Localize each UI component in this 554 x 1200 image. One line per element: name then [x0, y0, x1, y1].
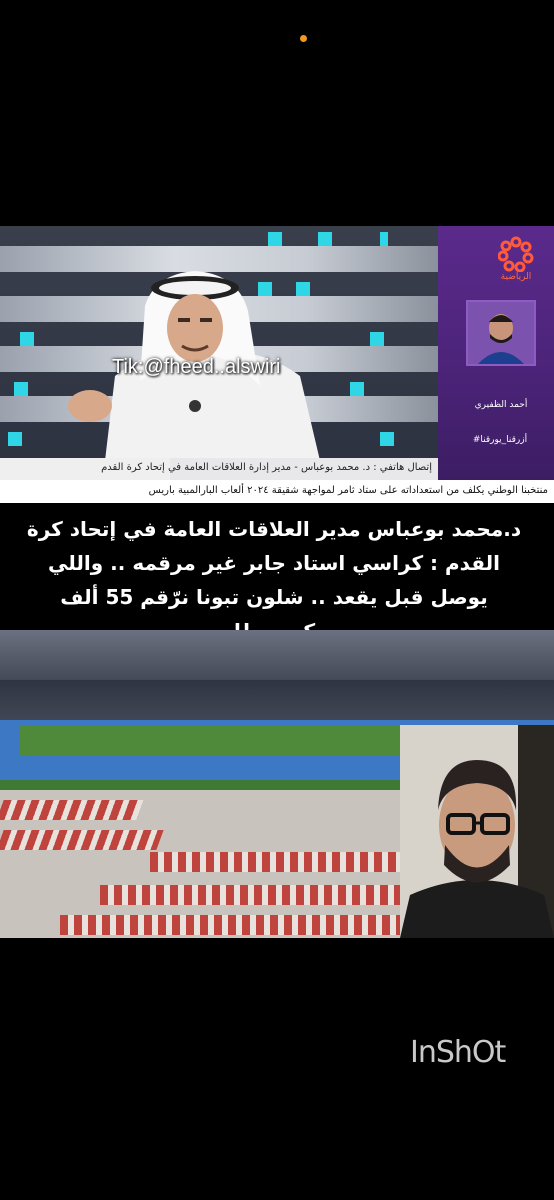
tiktok-handle-overlay: Tik:@fheed..alswiri	[112, 356, 281, 378]
headline-caption: د.محمد بوعباس مدير العلاقات العامة في إت…	[26, 517, 522, 643]
lower-third-bar: إتصال هاتفي : د. محمد بوعباس - مدير إدار…	[0, 458, 438, 480]
status-dot	[300, 35, 307, 42]
presenter-inset	[400, 725, 554, 938]
channel-logo-icon	[498, 236, 534, 272]
hashtag-label: #أزرقنا_يورقنا	[472, 435, 528, 445]
channel-logo-text: الرياضية	[500, 272, 532, 282]
inshot-watermark: InShOt	[410, 1035, 506, 1070]
news-ticker-bar: منتخبنا الوطني يكلف من استعداداته على ست…	[0, 480, 554, 503]
host-name-label: أحمد الظفيري	[474, 400, 528, 410]
lower-third-text: إتصال هاتفي : د. محمد بوعباس - مدير إدار…	[101, 462, 432, 473]
news-ticker-text: منتخبنا الوطني يكلف من استعداداته على ست…	[148, 485, 548, 496]
studio-background: Tik:@fheed..alswiri إتصال هاتفي : د. محم…	[0, 226, 438, 503]
host-avatar	[466, 300, 536, 366]
